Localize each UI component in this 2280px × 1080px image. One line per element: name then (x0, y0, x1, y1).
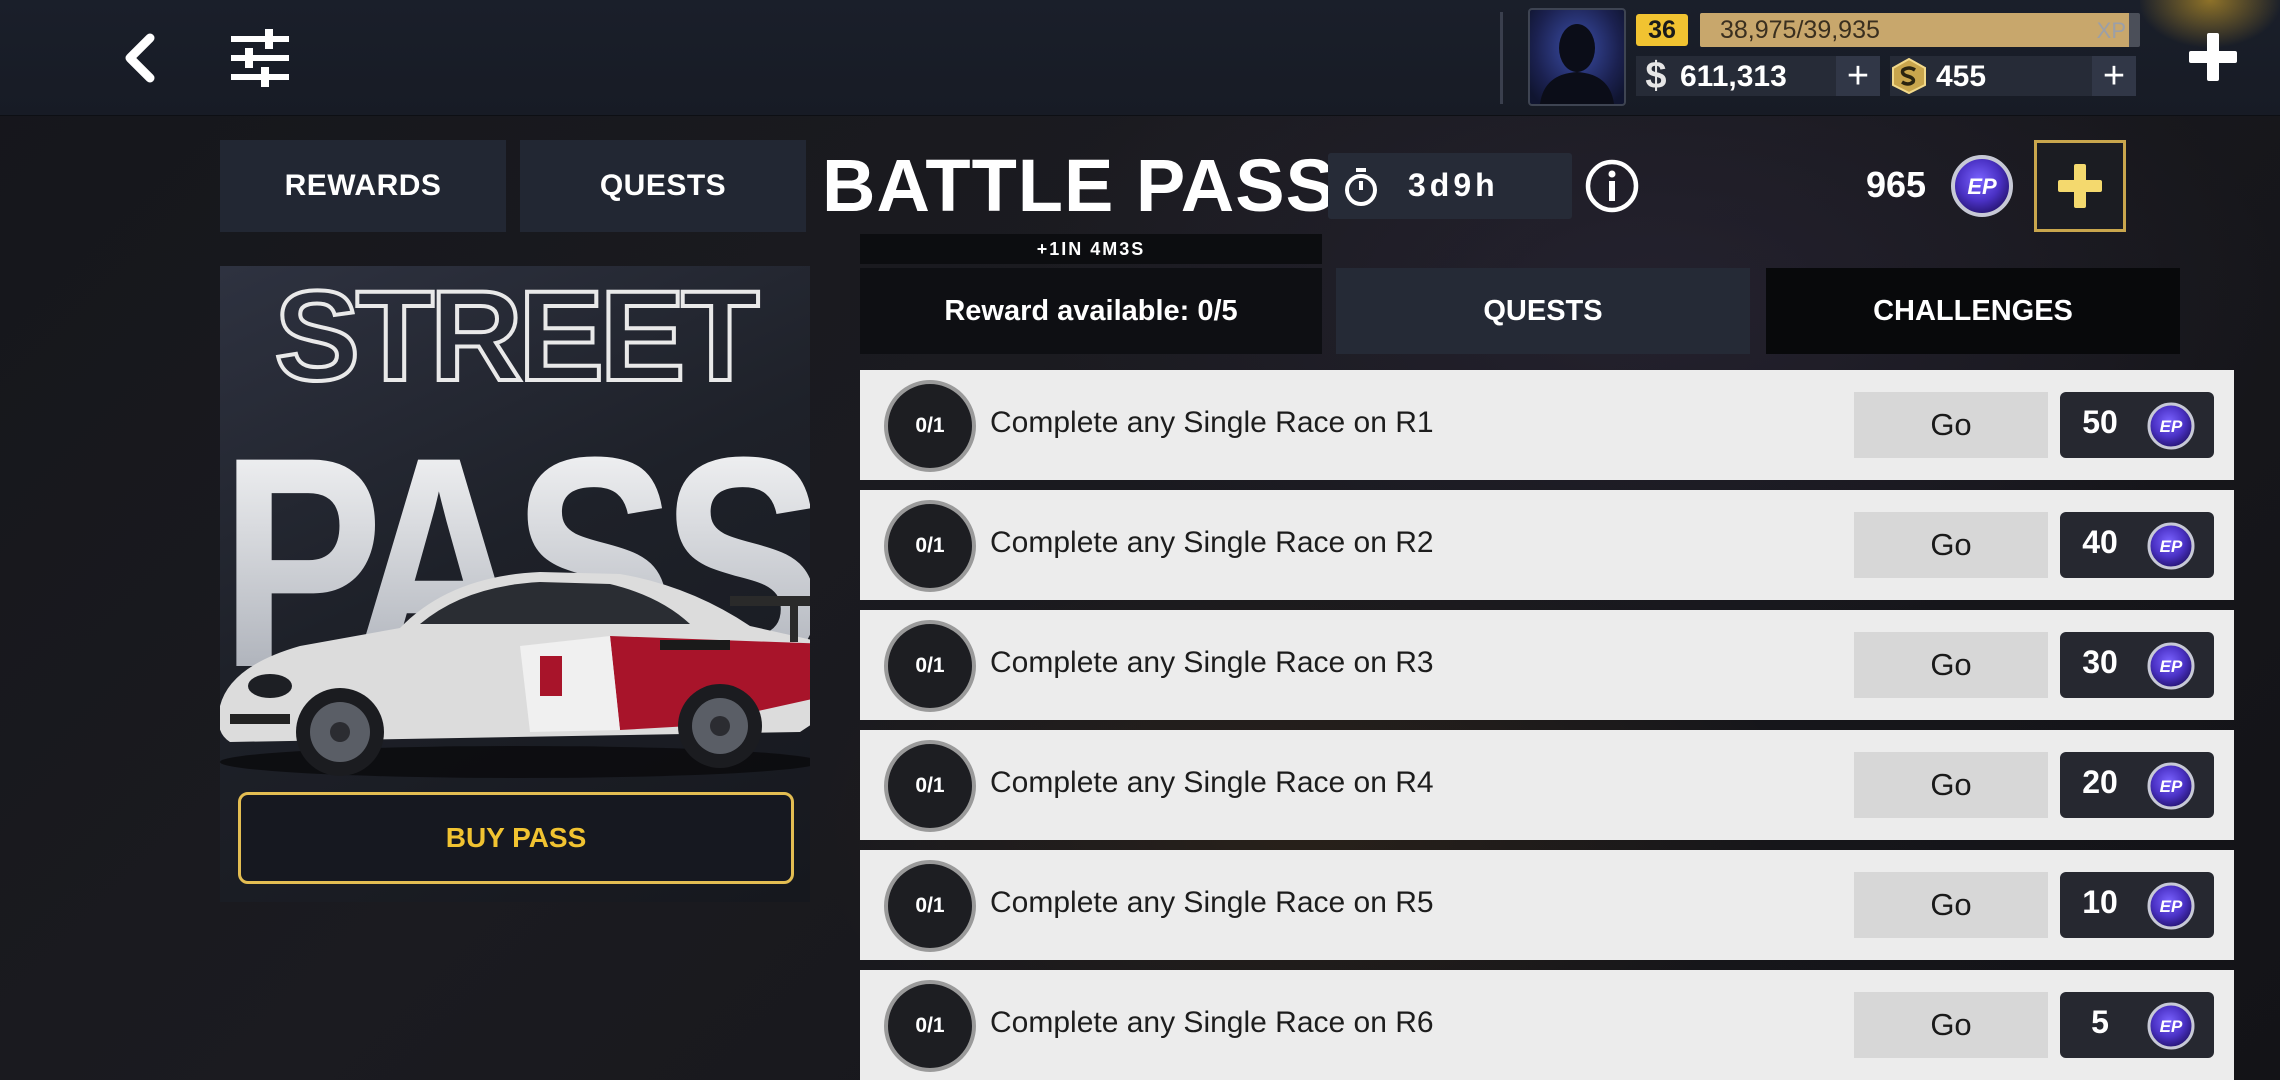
quest-reward: 20 EP (2060, 752, 2214, 818)
ep-coin-icon: EP (2147, 522, 2195, 570)
xp-text: 38,975/39,935 (1720, 16, 1880, 44)
ep-coin-icon: EP (2147, 1002, 2195, 1050)
avatar[interactable] (1528, 8, 1626, 106)
quest-description: Complete any Single Race on R3 (990, 646, 1434, 679)
info-icon[interactable] (1584, 158, 1640, 214)
quest-reward-value: 30 (2082, 644, 2118, 680)
quest-row: 0/1 Complete any Single Race on R2 Go 40… (860, 490, 2234, 600)
subtab-quests[interactable]: QUESTS (1336, 268, 1750, 354)
level-badge: 36 (1636, 14, 1688, 46)
ep-coin-icon: EP (2147, 642, 2195, 690)
quest-progress: 0/1 (884, 380, 976, 472)
quest-reward-value: 40 (2082, 524, 2118, 560)
add-gold-button[interactable]: + (2092, 55, 2136, 97)
quest-row: 0/1 Complete any Single Race on R6 Go 5 … (860, 970, 2234, 1080)
xp-bar: 38,975/39,935 XP (1700, 13, 2140, 47)
dollar-icon: $ (1645, 54, 1667, 97)
svg-text:EP: EP (2160, 657, 2183, 676)
quest-progress: 0/1 (884, 620, 976, 712)
gold-value: 455 (1936, 60, 1987, 93)
svg-text:EP: EP (2160, 777, 2183, 796)
quest-reward: 40 EP (2060, 512, 2214, 578)
quest-reward: 10 EP (2060, 872, 2214, 938)
plus-icon (2058, 164, 2102, 208)
quest-row: 0/1 Complete any Single Race on R4 Go 20… (860, 730, 2234, 840)
quest-description: Complete any Single Race on R1 (990, 406, 1434, 439)
quest-row: 0/1 Complete any Single Race on R1 Go 50… (860, 370, 2234, 480)
quest-reward: 30 EP (2060, 632, 2214, 698)
buy-pass-button[interactable]: BUY PASS (238, 792, 794, 884)
buy-ep-button[interactable] (2034, 140, 2126, 232)
quest-row: 0/1 Complete any Single Race on R3 Go 30… (860, 610, 2234, 720)
quest-go-button[interactable]: Go (1854, 992, 2048, 1058)
subtab-challenges[interactable]: CHALLENGES (1766, 268, 2180, 354)
sliders-icon (231, 29, 289, 87)
ep-coin-icon: EP (1951, 155, 2013, 217)
top-bar: 36 38,975/39,935 XP $ 611,313 + 455 + (0, 0, 2280, 116)
ep-coin-icon: EP (2147, 762, 2195, 810)
quest-go-button[interactable]: Go (1854, 872, 2048, 938)
quest-go-button[interactable]: Go (1854, 752, 2048, 818)
quest-reward-value: 5 (2091, 1004, 2109, 1040)
quest-description: Complete any Single Race on R2 (990, 526, 1434, 559)
quest-reward-value: 50 (2082, 404, 2118, 440)
quest-reward: 50 EP (2060, 392, 2214, 458)
ep-coin-icon: EP (2147, 402, 2195, 450)
ep-coin-icon: EP (2147, 882, 2195, 930)
quest-progress: 0/1 (884, 860, 976, 952)
svg-text:EP: EP (2160, 1017, 2183, 1036)
svg-text:EP: EP (2160, 897, 2183, 916)
gold-balance: 455 + (1890, 55, 2136, 97)
settings-button[interactable] (226, 26, 294, 90)
street-pass-card: STREET PASS BUY PASS (220, 266, 810, 902)
quest-row: 0/1 Complete any Single Race on R5 Go 10… (860, 850, 2234, 960)
quest-reward-value: 20 (2082, 764, 2118, 800)
quest-reward-value: 10 (2082, 884, 2118, 920)
quest-description: Complete any Single Race on R5 (990, 886, 1434, 919)
svg-text:EP: EP (1967, 174, 1997, 199)
store-plus-button[interactable] (2180, 24, 2246, 90)
quest-progress: 0/1 (884, 740, 976, 832)
gold-coin-icon (1892, 58, 1926, 94)
xp-label: XP (2096, 18, 2126, 43)
quest-go-button[interactable]: Go (1854, 512, 2048, 578)
page-title: BATTLE PASS (822, 144, 1336, 227)
cash-value: 611,313 (1680, 60, 1787, 93)
chevron-left-icon (125, 33, 155, 83)
season-timer: 3d9h (1328, 153, 1572, 219)
stopwatch-icon (1345, 168, 1377, 206)
race-car-image (220, 572, 810, 778)
plus-icon (2189, 33, 2237, 81)
quest-progress: 0/1 (884, 980, 976, 1072)
quest-reward: 5 EP (2060, 992, 2214, 1058)
ep-total: 965 (1866, 164, 1927, 205)
reward-available-status: Reward available: 0/5 (860, 268, 1322, 354)
quest-description: Complete any Single Race on R6 (990, 1006, 1434, 1039)
quest-go-button[interactable]: Go (1854, 632, 2048, 698)
cash-balance: $ 611,313 + (1636, 54, 1880, 97)
quest-description: Complete any Single Race on R4 (990, 766, 1434, 799)
svg-text:EP: EP (2160, 417, 2183, 436)
quest-list: 0/1 Complete any Single Race on R1 Go 50… (860, 370, 2234, 1080)
tab-quests[interactable]: QUESTS (520, 140, 806, 232)
tab-rewards[interactable]: REWARDS (220, 140, 506, 232)
top-divider (1500, 12, 1503, 104)
svg-text:EP: EP (2160, 537, 2183, 556)
refresh-countdown: +1IN 4M3S (860, 234, 1322, 264)
avatar-silhouette-icon (1540, 24, 1614, 104)
add-cash-button[interactable]: + (1836, 55, 1880, 97)
quest-progress: 0/1 (884, 500, 976, 592)
quest-go-button[interactable]: Go (1854, 392, 2048, 458)
timer-text: 3d9h (1408, 167, 1499, 203)
back-button[interactable] (108, 26, 172, 90)
